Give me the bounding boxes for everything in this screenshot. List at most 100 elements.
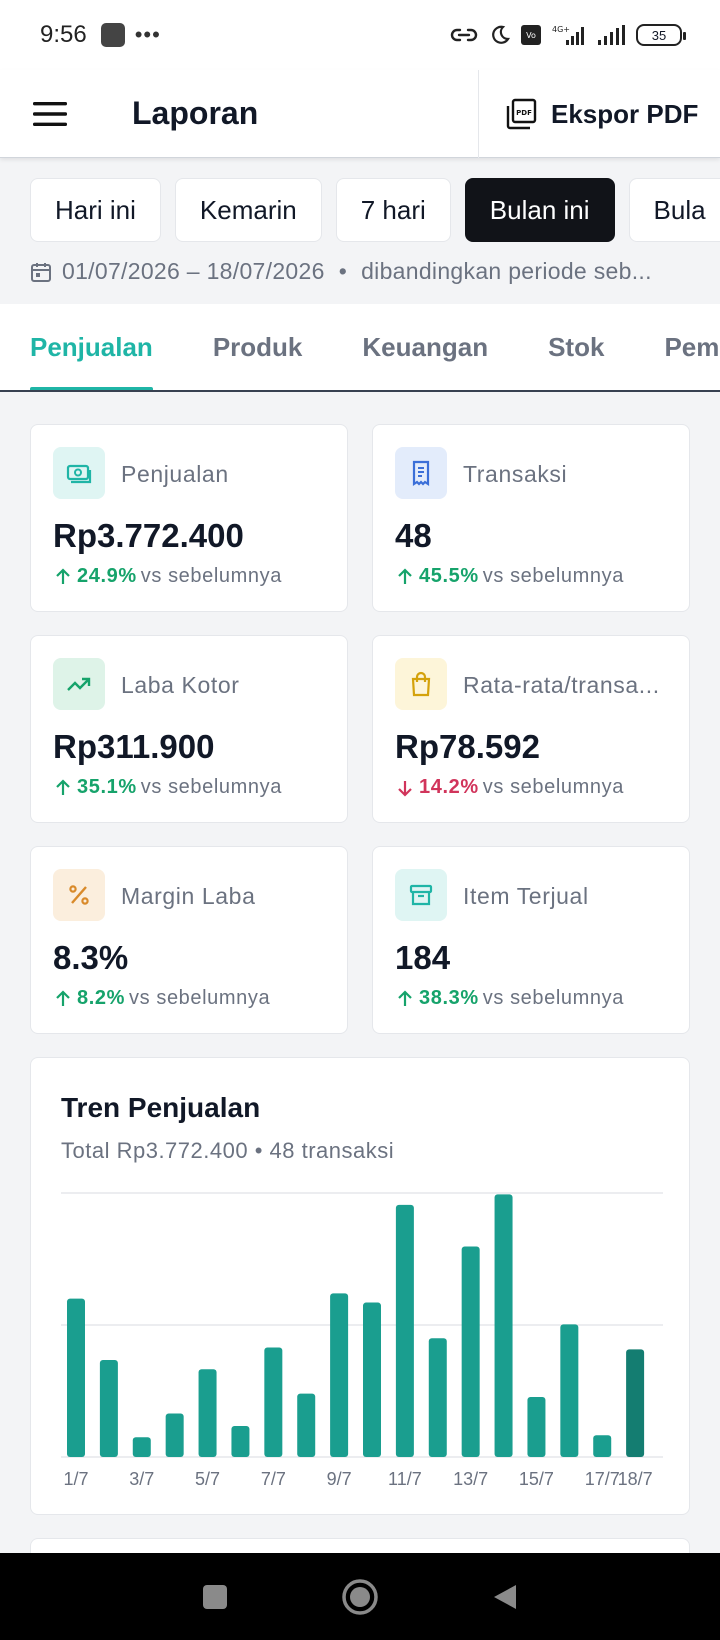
chart-bar-15-7[interactable] — [527, 1396, 546, 1457]
chart-bar-5-7[interactable] — [198, 1369, 217, 1457]
tab-penjualan[interactable]: Penjualan — [0, 304, 183, 390]
metric-value: Rp78.592 — [395, 728, 540, 765]
chart-bar-10-7[interactable] — [363, 1302, 381, 1457]
metric-card-rata-rata: Rata-rata/transa... Rp78.592 14.2% vs se… — [372, 635, 690, 823]
sales-trend-card: Tren Penjualan Total Rp3.772.400 • 48 tr… — [30, 1057, 690, 1515]
signal-icon — [598, 25, 625, 45]
chip-7-days[interactable]: 7 hari — [335, 178, 451, 242]
archive-box-icon — [395, 869, 447, 921]
tab-keuangan[interactable]: Keuangan — [332, 304, 518, 390]
metric-delta: 14.2% vs sebelumnya — [395, 776, 624, 799]
tab-pembelian[interactable]: Pemb — [634, 304, 720, 390]
delta-suffix: vs sebelumnya — [140, 776, 282, 798]
menu-button[interactable] — [0, 70, 100, 158]
calendar-icon — [31, 262, 51, 282]
status-bar: 9:56 ••• Vo 4G+ 35 — [0, 0, 720, 70]
metric-label: Laba Kotor — [121, 672, 240, 698]
arrow-up-icon — [398, 567, 412, 584]
link-icon — [450, 28, 478, 42]
battery-icon: 35 — [636, 24, 686, 46]
metric-card-laba-kotor: Laba Kotor Rp311.900 35.1% vs sebelumnya — [30, 635, 348, 823]
metric-label: Rata-rata/transa... — [463, 672, 660, 698]
chart-bar-12-7[interactable] — [428, 1338, 447, 1457]
chart-tick-label: 18/7 — [618, 1469, 653, 1489]
notification-app-icon — [100, 23, 125, 47]
pdf-icon: PDF — [506, 98, 537, 130]
chart-bar-14-7[interactable] — [494, 1194, 513, 1457]
delta-percent: 24.9% — [77, 565, 137, 587]
chart-bar-9-7[interactable] — [330, 1293, 349, 1457]
chip-today[interactable]: Hari ini — [30, 178, 161, 242]
chart-tick-label: 15/7 — [519, 1469, 554, 1489]
chart-bar-17-7[interactable] — [593, 1435, 612, 1457]
metric-label: Item Terjual — [463, 883, 589, 909]
chip-this-month[interactable]: Bulan ini — [464, 178, 615, 242]
shopping-bag-icon — [395, 658, 447, 710]
metric-delta: 35.1% vs sebelumnya — [53, 776, 282, 799]
home-button[interactable] — [340, 1577, 380, 1617]
chart-bar-18-7[interactable] — [626, 1349, 645, 1457]
chart-tick-label: 9/7 — [327, 1469, 352, 1489]
arrow-down-icon — [398, 780, 412, 797]
tab-stok[interactable]: Stok — [518, 304, 634, 390]
percent-icon — [53, 869, 105, 921]
metric-delta: 24.9% vs sebelumnya — [53, 565, 282, 588]
chart-tick-label: 1/7 — [63, 1469, 88, 1489]
chip-yesterday[interactable]: Kemarin — [174, 178, 322, 242]
metric-label: Margin Laba — [121, 883, 256, 909]
delta-percent: 45.5% — [419, 565, 479, 587]
chart-bar-11-7[interactable] — [395, 1204, 414, 1457]
svg-text:PDF: PDF — [516, 109, 532, 117]
chart-tick-label: 11/7 — [388, 1469, 422, 1489]
recent-apps-button[interactable] — [200, 1582, 230, 1612]
chart-tick-label: 17/7 — [585, 1469, 620, 1489]
delta-suffix: vs sebelumnya — [482, 987, 624, 1009]
separator-dot: • — [338, 258, 348, 284]
metric-value: 8.3% — [53, 939, 129, 976]
receipt-icon — [395, 447, 447, 499]
chart-bar-13-7[interactable] — [461, 1246, 480, 1457]
chart-bar-6-7[interactable] — [231, 1425, 250, 1457]
metric-delta: 8.2% vs sebelumnya — [53, 987, 270, 1010]
delta-suffix: vs sebelumnya — [482, 776, 624, 798]
arrow-up-icon — [56, 778, 70, 795]
sales-bar-chart: 1/7 3/7 5/7 7/7 9/7 11/7 13/7 15/7 17/718/7 — [61, 1192, 663, 1489]
status-icons: Vo 4G+ 35 — [450, 24, 686, 46]
system-nav-bar — [0, 1553, 720, 1640]
chart-bar-3-7[interactable] — [132, 1437, 151, 1457]
compare-text: dibandingkan periode seb... — [361, 258, 652, 284]
metric-delta: 38.3% vs sebelumnya — [395, 987, 624, 1010]
chart-bar-8-7[interactable] — [297, 1393, 316, 1457]
chart-bar-16-7[interactable] — [560, 1324, 579, 1457]
chart-tick-label: 5/7 — [195, 1469, 220, 1489]
arrow-up-icon — [398, 989, 412, 1006]
chart-bar-1-7[interactable] — [67, 1298, 85, 1457]
metric-delta: 45.5% vs sebelumnya — [395, 565, 624, 588]
cash-icon — [53, 447, 105, 499]
svg-text:4G+: 4G+ — [552, 25, 570, 34]
metric-card-margin-laba: Margin Laba 8.3% 8.2% vs sebelumnya — [30, 846, 348, 1034]
metric-card-transaksi: Transaksi 48 45.5% vs sebelumnya — [372, 424, 690, 612]
more-notifications-icon: ••• — [134, 22, 161, 47]
chart-bar-2-7[interactable] — [99, 1359, 118, 1457]
back-button[interactable] — [490, 1582, 520, 1612]
chart-tick-label: 13/7 — [453, 1469, 488, 1489]
chip-last-month[interactable]: Bula — [628, 178, 720, 242]
tab-produk[interactable]: Produk — [183, 304, 333, 390]
export-pdf-label: Ekspor PDF — [551, 98, 699, 129]
chart-tick-label: 7/7 — [261, 1469, 286, 1489]
volte-icon: Vo — [521, 25, 541, 45]
metric-value: 48 — [395, 517, 432, 554]
chart-bar-7-7[interactable] — [264, 1347, 283, 1457]
signal-4g-icon: 4G+ — [552, 25, 584, 45]
metric-card-item-terjual: Item Terjual 184 38.3% vs sebelumnya — [372, 846, 690, 1034]
report-tabs: Penjualan Produk Keuangan Stok Pemb — [0, 304, 720, 392]
svg-text:Vo: Vo — [526, 31, 536, 40]
metric-label: Transaksi — [463, 461, 568, 487]
metric-card-penjualan: Penjualan Rp3.772.400 24.9% vs sebelumny… — [30, 424, 348, 612]
delta-suffix: vs sebelumnya — [482, 565, 624, 587]
app-bar: Laporan PDF Ekspor PDF — [0, 70, 720, 158]
export-pdf-button[interactable]: PDF Ekspor PDF — [478, 70, 720, 158]
chart-bar-4-7[interactable] — [165, 1413, 184, 1457]
moon-icon — [492, 25, 510, 44]
